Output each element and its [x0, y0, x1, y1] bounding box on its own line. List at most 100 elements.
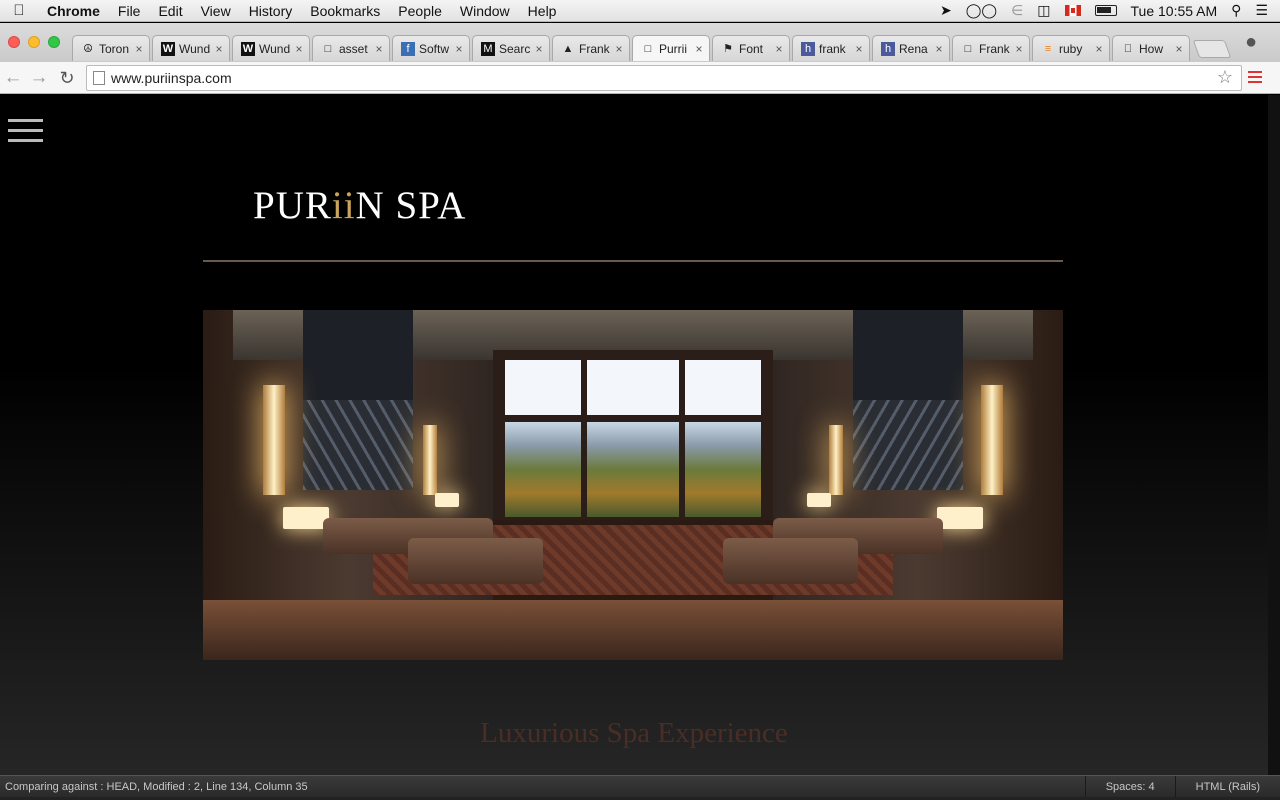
- browser-tab[interactable]: W Wund ×: [232, 35, 310, 61]
- apple-menu-icon[interactable]: : [0, 2, 38, 19]
- menu-help[interactable]: Help: [519, 3, 566, 19]
- browser-tab[interactable]: W Wund ×: [152, 35, 230, 61]
- close-window-button[interactable]: [8, 36, 20, 48]
- reload-icon[interactable]: ↻: [56, 67, 78, 89]
- w-icon: W: [241, 41, 255, 56]
- browser-tab[interactable]: h Rena ×: [872, 35, 950, 61]
- logo-text-left: PUR: [253, 184, 332, 227]
- graduation-cap-icon: ▲: [562, 42, 574, 55]
- forward-arrow-icon[interactable]: →: [28, 67, 50, 89]
- close-tab-icon[interactable]: ×: [773, 42, 785, 56]
- browser-tab[interactable]: f Softw ×: [392, 35, 470, 61]
- menu-file[interactable]: File: [109, 3, 150, 19]
- tab-title: Rena: [899, 41, 928, 56]
- hero-window: [493, 350, 773, 520]
- address-bar-url[interactable]: www.puriinspa.com: [111, 70, 232, 86]
- close-tab-icon[interactable]: ×: [1013, 42, 1025, 56]
- menubar-clock[interactable]: Tue 10:55 AM: [1131, 3, 1218, 19]
- browser-tab[interactable]: □ Frank ×: [952, 35, 1030, 61]
- new-tab-button[interactable]: [1192, 40, 1232, 58]
- hero-lamp: [937, 507, 983, 529]
- menu-app-chrome[interactable]: Chrome: [38, 3, 109, 19]
- hero-window-sky: [505, 360, 761, 415]
- syntax-mode[interactable]: HTML (Rails): [1174, 776, 1280, 798]
- page-icon: [93, 71, 105, 85]
- hero-sconce: [829, 425, 843, 495]
- notification-center-icon[interactable]: ☰: [1255, 2, 1268, 19]
- close-tab-icon[interactable]: ×: [613, 42, 625, 56]
- zoom-window-button[interactable]: [48, 36, 60, 48]
- menubar-status-area: ➤ ◯◯ ∈ ◫ Tue 10:55 AM ⚲ ☰: [940, 2, 1280, 19]
- browser-tab[interactable]: □ asset ×: [312, 35, 390, 61]
- tab-title: Wund: [179, 41, 211, 56]
- h-icon: h: [801, 41, 815, 56]
- canada-flag-icon[interactable]: [1064, 5, 1081, 16]
- menu-view[interactable]: View: [192, 3, 240, 19]
- menu-edit[interactable]: Edit: [149, 3, 191, 19]
- hero-sconce: [423, 425, 437, 495]
- close-tab-icon[interactable]: ×: [933, 42, 945, 56]
- bookmark-star-icon[interactable]: ☆: [1217, 67, 1233, 88]
- hero-lattice-left: [303, 400, 413, 490]
- browser-tab[interactable]:  How ×: [1112, 35, 1190, 61]
- browser-tab[interactable]: ≡ ruby ×: [1032, 35, 1110, 61]
- spotlight-search-icon[interactable]: ⚲: [1231, 2, 1241, 19]
- close-tab-icon[interactable]: ×: [453, 42, 465, 56]
- hero-lamp: [807, 493, 831, 507]
- glasses-icon[interactable]: ◯◯: [966, 2, 997, 19]
- browser-tab[interactable]: h frank ×: [792, 35, 870, 61]
- web-page: PURiiN SPA Luxurious Spa Experience: [0, 95, 1268, 775]
- tab-title: asset: [339, 41, 368, 56]
- browser-tabstrip: ☮ Toron × W Wund × W Wund × □ asset × f Softw × MS…: [0, 23, 1280, 63]
- minimize-window-button[interactable]: [28, 36, 40, 48]
- stack-icon: ≡: [1044, 42, 1052, 55]
- page-icon: □: [644, 42, 652, 55]
- close-tab-icon[interactable]: ×: [693, 42, 705, 56]
- tab-list: ☮ Toron × W Wund × W Wund × □ asset × f Softw × MS…: [72, 35, 1192, 61]
- logo-text-right: N SPA: [355, 184, 467, 227]
- hero-lattice-right: [853, 400, 963, 490]
- menu-history[interactable]: History: [240, 3, 302, 19]
- browser-tab[interactable]: ⚑ Font ×: [712, 35, 790, 61]
- hero-sconce: [981, 385, 1003, 495]
- menu-bookmarks[interactable]: Bookmarks: [301, 3, 389, 19]
- indentation-setting[interactable]: Spaces: 4: [1084, 776, 1175, 798]
- browser-tab-active[interactable]: □ Purrii ×: [632, 35, 710, 61]
- tagline-heading: Luxurious Spa Experience: [480, 717, 788, 749]
- close-tab-icon[interactable]: ×: [853, 42, 865, 56]
- back-arrow-icon[interactable]: ←: [2, 67, 24, 89]
- hero-sofa: [408, 538, 543, 584]
- location-arrow-icon[interactable]: ➤: [940, 2, 952, 19]
- chrome-menu-icon[interactable]: [1248, 71, 1262, 86]
- browser-tab[interactable]: ☮ Toron ×: [72, 35, 150, 61]
- wifi-icon[interactable]: ◫: [1037, 2, 1050, 19]
- tab-title: Font: [739, 41, 764, 56]
- site-logo[interactable]: PURiiN SPA: [253, 183, 466, 228]
- hero-sofa: [723, 538, 858, 584]
- menu-people[interactable]: People: [389, 3, 451, 19]
- close-tab-icon[interactable]: ×: [533, 42, 545, 56]
- hero-window-mullion: [679, 360, 685, 520]
- battery-icon[interactable]: [1094, 5, 1117, 16]
- address-bar[interactable]: www.puriinspa.com ☆: [86, 65, 1242, 91]
- bluetooth-icon[interactable]: ∈: [1011, 2, 1023, 19]
- w-icon: W: [161, 41, 175, 56]
- close-tab-icon[interactable]: ×: [1093, 42, 1105, 56]
- tab-title: Searc: [499, 41, 531, 56]
- close-tab-icon[interactable]: ×: [213, 42, 225, 56]
- hero-window-mountains: [505, 422, 761, 517]
- close-tab-icon[interactable]: ×: [1173, 42, 1185, 56]
- close-tab-icon[interactable]: ×: [293, 42, 305, 56]
- browser-tab[interactable]: ▲ Frank ×: [552, 35, 630, 61]
- tab-title: Wund: [259, 41, 291, 56]
- hero-floor: [203, 600, 1063, 660]
- tab-title: Frank: [579, 41, 610, 56]
- close-tab-icon[interactable]: ×: [373, 42, 385, 56]
- hamburger-menu-icon[interactable]: [8, 119, 43, 149]
- flag-icon: ⚑: [723, 42, 733, 55]
- hero-lobby-image: [203, 310, 1063, 660]
- page-scrollbar[interactable]: [1268, 95, 1280, 775]
- browser-tab[interactable]: M Searc ×: [472, 35, 550, 61]
- menu-window[interactable]: Window: [451, 3, 519, 19]
- close-tab-icon[interactable]: ×: [133, 42, 145, 56]
